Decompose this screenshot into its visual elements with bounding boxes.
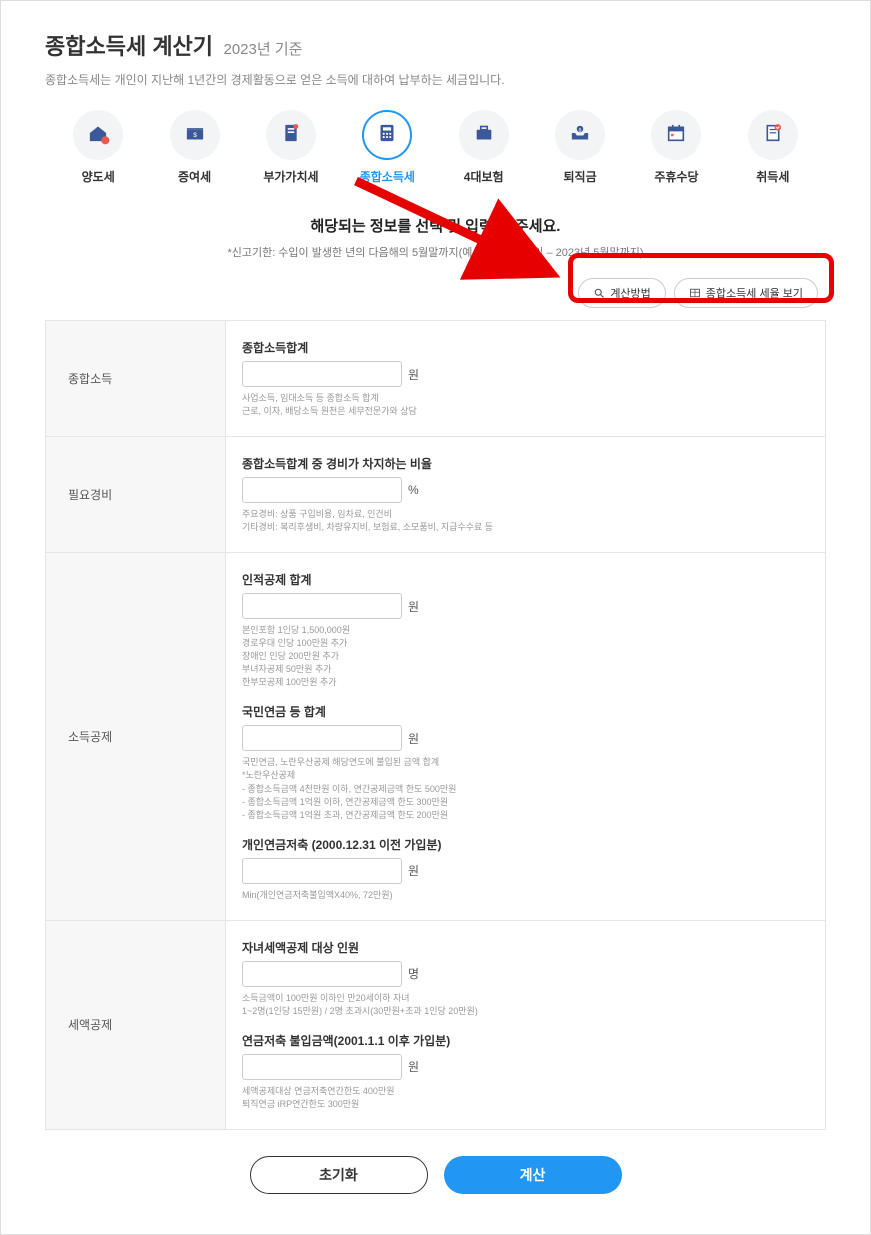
unit-persons: 명: [408, 965, 419, 982]
hint-text: 사업소득, 임대소득 등 종합소득 합계 근로, 이자, 배당소득 원천은 세무…: [242, 392, 809, 418]
table-icon: [689, 287, 701, 299]
calculate-button[interactable]: 계산: [444, 1156, 622, 1194]
tab-label: 종합소득세: [342, 168, 432, 185]
personal-deduction-input[interactable]: [242, 593, 402, 619]
field-label: 연금저축 불입금액(2001.1.1 이후 가입분): [242, 1032, 809, 1049]
unit-won: 원: [408, 730, 419, 747]
tab-holiday-pay[interactable]: 주휴수당: [631, 110, 721, 185]
hint-text: 주요경비: 상품 구입비용, 임차료, 인건비 기타경비: 복리후생비, 차량유…: [242, 508, 809, 534]
house-icon: [85, 120, 111, 151]
tab-insurance[interactable]: 4대보험: [439, 110, 529, 185]
unit-percent: %: [408, 483, 419, 497]
hint-text: 세액공제대상 연금저축연간한도 400만원 퇴직연금 iRP연간한도 300만원: [242, 1085, 809, 1111]
tab-label: 증여세: [149, 168, 239, 185]
row-label-deduction: 소득공제: [46, 553, 226, 921]
hint-text: 국민연금, 노란우산공제 해당연도에 불입된 금액 합계 *노란우산공제 - 종…: [242, 756, 809, 821]
search-icon: [593, 287, 605, 299]
field-label: 종합소득합계: [242, 339, 809, 356]
receipt-icon: [760, 120, 786, 151]
page-subtitle: 2023년 기준: [224, 38, 303, 59]
input-form: 종합소득 종합소득합계 원 사업소득, 임대소득 등 종합소득 합계 근로, 이…: [45, 320, 826, 1130]
tab-label: 부가가치세: [246, 168, 336, 185]
tab-income-tax[interactable]: 종합소득세: [342, 110, 432, 185]
calculator-icon: [374, 120, 400, 151]
hint-text: 본인포함 1인당 1,500,000원 경로우대 인당 100만원 추가 장애인…: [242, 624, 809, 689]
reset-button[interactable]: 초기화: [250, 1156, 428, 1194]
calculation-method-button[interactable]: 계산방법: [578, 278, 665, 308]
page-title: 종합소득세 계산기: [45, 29, 213, 61]
calendar-icon: [663, 120, 689, 151]
field-label: 국민연금 등 합계: [242, 703, 809, 720]
tax-rates-button[interactable]: 종합소득세 세율 보기: [674, 278, 818, 308]
hint-text: Min(개인연금저축불입액X40%, 72만원): [242, 889, 809, 902]
tab-transfer-tax[interactable]: 양도세: [53, 110, 143, 185]
tab-acquisition-tax[interactable]: 취득세: [728, 110, 818, 185]
field-label: 자녀세액공제 대상 인원: [242, 939, 809, 956]
briefcase-icon: [471, 120, 497, 151]
tab-severance[interactable]: $ 퇴직금: [535, 110, 625, 185]
tab-gift-tax[interactable]: $ 증여세: [149, 110, 239, 185]
button-label: 종합소득세 세율 보기: [706, 285, 803, 301]
money-icon: $: [182, 120, 208, 151]
tab-label: 취득세: [728, 168, 818, 185]
button-label: 계산방법: [610, 285, 650, 301]
tab-label: 주휴수당: [631, 168, 721, 185]
unit-won: 원: [408, 1058, 419, 1075]
unit-won: 원: [408, 366, 419, 383]
tab-label: 퇴직금: [535, 168, 625, 185]
expense-ratio-input[interactable]: [242, 477, 402, 503]
svg-text:$: $: [193, 132, 197, 139]
field-label: 종합소득합계 중 경비가 차지하는 비율: [242, 455, 809, 472]
unit-won: 원: [408, 862, 419, 879]
field-label: 인적공제 합계: [242, 571, 809, 588]
instruction-text: 해당되는 정보를 선택 및 입력 해 주세요.: [45, 215, 826, 236]
pension-savings-input[interactable]: [242, 1054, 402, 1080]
hint-text: 소득금액이 100만원 이하인 만20세이하 자녀 1~2명(1인당 15만원)…: [242, 992, 809, 1018]
row-label-tax-deduction: 세액공제: [46, 920, 226, 1129]
inbox-icon: $: [567, 120, 593, 151]
row-label-expense: 필요경비: [46, 437, 226, 553]
income-total-input[interactable]: [242, 361, 402, 387]
note-text: *신고기한: 수입이 발생한 년의 다음해의 5월말까지(예시 2022년 수입…: [45, 244, 826, 260]
tab-label: 양도세: [53, 168, 143, 185]
unit-won: 원: [408, 598, 419, 615]
national-pension-input[interactable]: [242, 725, 402, 751]
field-label: 개인연금저축 (2000.12.31 이전 가입분): [242, 836, 809, 853]
document-icon: [278, 120, 304, 151]
tax-type-tabs: 양도세 $ 증여세 부가가치세 종합소득세 4대보험 $ 퇴직금 주휴수당: [45, 110, 826, 185]
children-count-input[interactable]: [242, 961, 402, 987]
svg-text:$: $: [579, 127, 582, 133]
tab-label: 4대보험: [439, 168, 529, 185]
page-description: 종합소득세는 개인이 지난해 1년간의 경제활동으로 얻은 소득에 대하여 납부…: [45, 71, 826, 88]
row-label-income: 종합소득: [46, 321, 226, 437]
tab-vat[interactable]: 부가가치세: [246, 110, 336, 185]
private-pension-input[interactable]: [242, 858, 402, 884]
